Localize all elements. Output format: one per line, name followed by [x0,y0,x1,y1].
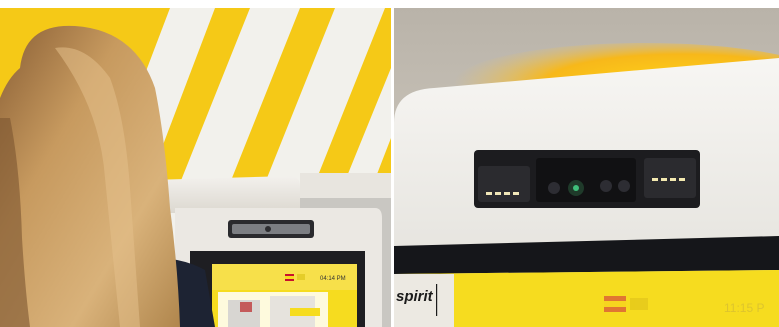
photo-collage: 04:14 PM spirit 11:15 P [0,0,779,327]
spain-flag-icon [285,274,294,281]
brand-logo: spirit [396,288,434,305]
blurred-flag-icon [604,296,648,312]
kiosk-upper-housing [150,176,300,213]
right-photo-kiosk-scanner-closeup: spirit 11:15 P [394,8,779,327]
left-photo-traveller-at-kiosk: 04:14 PM [0,8,391,327]
blurred-screen-time: 11:15 P [724,301,764,315]
kiosk-screen-clock: 04:14 PM [320,276,346,282]
left-photo-canvas: 04:14 PM [0,8,391,327]
camera-lens-icon [548,182,560,194]
sensor-icon [618,180,630,192]
right-photo-canvas: spirit 11:15 P [394,8,779,327]
camera-bar [536,158,636,202]
sensor-icon [600,180,612,192]
